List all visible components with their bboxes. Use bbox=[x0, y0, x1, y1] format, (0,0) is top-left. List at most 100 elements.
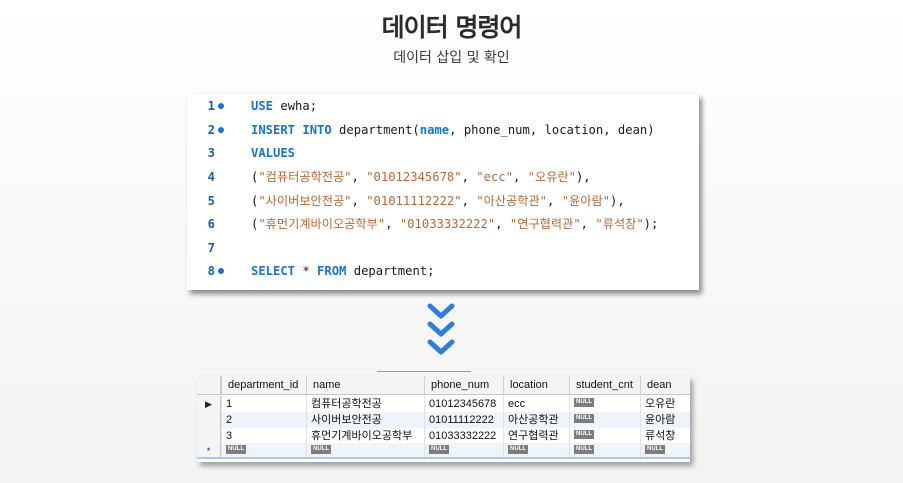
sql-text: , bbox=[461, 194, 477, 208]
table-cell[interactable]: NULL bbox=[221, 443, 306, 457]
cell-value: 01033332222 bbox=[429, 430, 497, 442]
sql-string: "01033332222" bbox=[399, 217, 496, 231]
sql-text: , bbox=[351, 170, 367, 184]
sql-string: "사이버보안전공" bbox=[258, 194, 352, 208]
sql-text: department; bbox=[346, 264, 435, 278]
table-cell[interactable]: 컴퓨터공학전공 bbox=[306, 396, 424, 412]
table-cell[interactable]: 3 bbox=[221, 428, 306, 444]
column-header-dean[interactable]: dean bbox=[640, 376, 690, 394]
table-row[interactable]: 2 사이버보안전공 01011112222 아산공학관 NULL 윤아람 bbox=[197, 412, 690, 428]
table-cell[interactable]: 오유란 bbox=[640, 396, 690, 412]
code-line[interactable]: 4 ("컴퓨터공학전공", "01012345678", "ecc", "오유란"… bbox=[187, 166, 699, 188]
null-badge: NULL bbox=[508, 445, 528, 454]
table-cell[interactable]: NULL bbox=[503, 443, 569, 457]
sql-string: "오유란" bbox=[527, 170, 576, 184]
cell-value: 연구협력관 bbox=[508, 430, 559, 442]
cell-value: ecc bbox=[508, 398, 526, 410]
line-number: 4 bbox=[207, 170, 215, 184]
result-grid[interactable]: department_id name phone_num location studen… bbox=[197, 376, 690, 462]
line-number: 8 bbox=[207, 264, 215, 278]
table-cell[interactable]: 01012345678 bbox=[424, 396, 503, 412]
sql-text: , bbox=[495, 217, 510, 231]
table-cell[interactable]: NULL bbox=[424, 443, 503, 457]
sql-text: , bbox=[547, 194, 562, 208]
triple-chevron-down-icon bbox=[426, 303, 456, 361]
cell-value: 2 bbox=[226, 414, 233, 426]
table-cell[interactable]: NULL bbox=[306, 443, 424, 457]
table-cell[interactable]: 2 bbox=[221, 412, 306, 428]
table-cell[interactable]: NULL bbox=[569, 443, 640, 457]
table-cell[interactable]: NULL bbox=[569, 396, 640, 412]
result-grid-header: department_id name phone_num location studen… bbox=[197, 376, 690, 395]
sql-text: , bbox=[461, 170, 477, 184]
sql-text: ewha; bbox=[273, 99, 318, 113]
code-line[interactable]: 8 SELECT * FROM department; bbox=[187, 260, 699, 282]
new-row-asterisk-icon[interactable]: * bbox=[197, 443, 221, 457]
sql-string: "01011112222" bbox=[366, 194, 462, 208]
code-text: INSERT INTO department(name, phone_num, … bbox=[251, 119, 655, 141]
table-cell[interactable]: 01011112222 bbox=[424, 412, 503, 428]
table-row[interactable]: ▶ 1 컴퓨터공학전공 01012345678 ecc NULL 오유란 bbox=[197, 396, 690, 412]
sql-keyword: VALUES bbox=[251, 146, 296, 160]
table-cell[interactable]: 류석창 bbox=[640, 428, 690, 444]
table-cell[interactable]: 연구협력관 bbox=[503, 428, 569, 444]
table-row[interactable]: 3 휴먼기계바이오공학부 01033332222 연구협력관 NULL 류석창 bbox=[197, 428, 690, 444]
cell-value: 오유란 bbox=[645, 398, 676, 410]
null-badge: NULL bbox=[429, 445, 449, 454]
sql-string: "연구협력관" bbox=[509, 217, 581, 231]
statement-marker-icon bbox=[218, 127, 224, 133]
table-cell[interactable]: 01033332222 bbox=[424, 428, 503, 444]
code-line[interactable]: 1 USE ewha; bbox=[187, 95, 699, 117]
cell-value: 아산공학관 bbox=[508, 414, 559, 426]
cell-value: 3 bbox=[226, 430, 233, 442]
sql-text: , bbox=[385, 217, 400, 231]
code-line[interactable]: 6 ("휴먼기계바이오공학부", "01033332222", "연구협력관", … bbox=[187, 213, 699, 235]
table-cell[interactable]: 사이버보안전공 bbox=[306, 412, 424, 428]
table-cell[interactable]: NULL bbox=[640, 443, 690, 457]
column-header-student-cnt[interactable]: student_cnt bbox=[569, 376, 640, 394]
sql-code-editor[interactable]: 1 USE ewha; 2 INSERT INTO department(name, … bbox=[187, 94, 699, 290]
code-line[interactable]: 7 bbox=[187, 237, 699, 259]
current-row-arrow-icon[interactable]: ▶ bbox=[197, 396, 221, 412]
line-number: 6 bbox=[207, 217, 215, 231]
code-text: USE ewha; bbox=[251, 95, 317, 117]
table-cell[interactable]: ecc bbox=[503, 396, 569, 412]
sql-string: "아산공학관" bbox=[476, 194, 548, 208]
sql-column: name bbox=[419, 123, 450, 137]
sql-string: "류석창" bbox=[595, 217, 644, 231]
cell-value: 1 bbox=[226, 398, 233, 410]
null-badge: NULL bbox=[574, 430, 594, 439]
table-cell[interactable]: 휴먼기계바이오공학부 bbox=[306, 428, 424, 444]
table-row[interactable]: * NULL NULL NULL NULL NULL NULL bbox=[197, 443, 690, 459]
sql-keyword: SELECT bbox=[251, 264, 296, 278]
cell-value: 윤아람 bbox=[645, 414, 676, 426]
sql-keyword: INSERT INTO bbox=[251, 123, 332, 137]
line-number: 3 bbox=[207, 146, 215, 160]
sql-text: * bbox=[295, 264, 318, 278]
table-cell[interactable]: NULL bbox=[569, 412, 640, 428]
column-header-department-id[interactable]: department_id bbox=[221, 376, 306, 394]
code-line[interactable]: 3 VALUES bbox=[187, 142, 699, 164]
sql-text: , bbox=[512, 170, 528, 184]
table-cell[interactable]: 윤아람 bbox=[640, 412, 690, 428]
row-selector[interactable] bbox=[197, 428, 221, 444]
code-text: ("휴먼기계바이오공학부", "01033332222", "연구협력관", "… bbox=[251, 213, 658, 235]
sql-string: "윤아람" bbox=[561, 194, 611, 208]
sql-keyword: USE bbox=[251, 99, 274, 113]
code-line[interactable]: 5 ("사이버보안전공", "01011112222", "아산공학관", "윤아… bbox=[187, 190, 699, 212]
table-cell[interactable]: 1 bbox=[221, 396, 306, 412]
table-cell[interactable]: 아산공학관 bbox=[503, 412, 569, 428]
code-text: SELECT * FROM department; bbox=[251, 260, 434, 282]
cell-value: 컴퓨터공학전공 bbox=[311, 398, 382, 410]
null-badge: NULL bbox=[226, 445, 246, 454]
code-text: VALUES bbox=[251, 142, 295, 164]
code-line[interactable]: 2 INSERT INTO department(name, phone_num,… bbox=[187, 119, 699, 141]
column-header-name[interactable]: name bbox=[306, 376, 424, 394]
null-badge: NULL bbox=[574, 445, 594, 454]
sql-text: , bbox=[580, 217, 596, 231]
table-cell[interactable]: NULL bbox=[569, 428, 640, 444]
column-header-phone-num[interactable]: phone_num bbox=[424, 376, 503, 394]
row-selector[interactable] bbox=[197, 412, 221, 428]
column-header-location[interactable]: location bbox=[503, 376, 569, 394]
sql-text: , phone_num, location, dean) bbox=[449, 123, 655, 137]
